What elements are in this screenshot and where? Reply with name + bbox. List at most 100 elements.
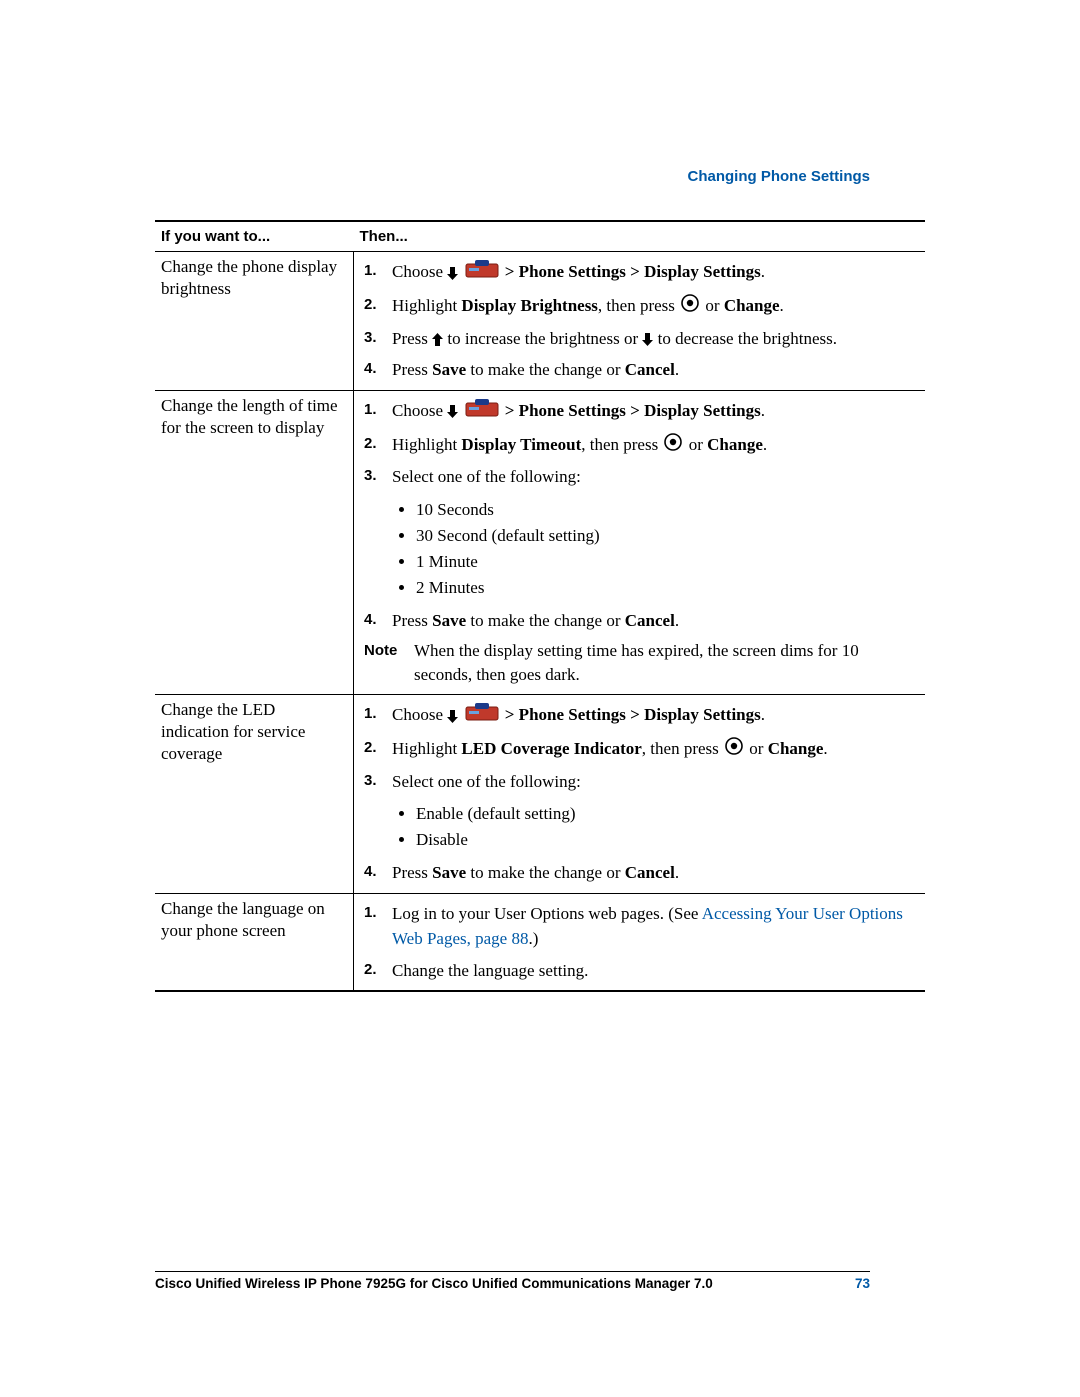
step-number: 2. [360, 293, 392, 320]
text-bold: Save [432, 863, 466, 882]
text-bold: Cancel [625, 360, 675, 379]
text: to make the change or [466, 360, 625, 379]
step-number: 3. [360, 769, 392, 795]
step-body: Press to increase the brightness or to d… [392, 326, 919, 352]
settings-toolbox-icon [465, 259, 499, 287]
text: or [701, 296, 724, 315]
step-body: Select one of the following: [392, 769, 919, 795]
text: Highlight [392, 296, 461, 315]
step: 4. Press Save to make the change or Canc… [360, 605, 919, 637]
select-button-icon [725, 737, 743, 763]
table-row: Change the phone display brightness 1. C… [155, 252, 925, 391]
footer-title: Cisco Unified Wireless IP Phone 7925G fo… [155, 1276, 713, 1291]
step: 1. Choose > Phone Settings > Display Set… [360, 256, 919, 290]
text: to increase the brightness or [443, 329, 642, 348]
step-number: 2. [360, 432, 392, 459]
text: . [675, 360, 679, 379]
note: Note When the display setting time has e… [360, 636, 919, 690]
step: 3. Select one of the following: [360, 766, 919, 798]
list-item: Disable [416, 827, 919, 853]
step-number: 4. [360, 860, 392, 886]
task-cell: Change the phone display brightness [155, 252, 354, 391]
table-row: Change the LED indication for service co… [155, 694, 925, 893]
step: 2. Change the language setting. [360, 955, 919, 987]
step-number: 4. [360, 608, 392, 634]
select-button-icon [664, 433, 682, 459]
text-bold: Change [707, 435, 763, 454]
list-item: 10 Seconds [416, 497, 919, 523]
text: , then press [642, 739, 723, 758]
text: . [675, 611, 679, 630]
task-cell: Change the LED indication for service co… [155, 694, 354, 893]
settings-table: If you want to... Then... Change the pho… [155, 220, 925, 992]
task-cell: Change the length of time for the screen… [155, 390, 354, 694]
text: to make the change or [466, 863, 625, 882]
text: , then press [598, 296, 679, 315]
text: . [761, 705, 765, 724]
down-arrow-icon [447, 266, 458, 281]
text: or [684, 435, 707, 454]
options-list: 10 Seconds 30 Second (default setting) 1… [416, 497, 919, 601]
task-cell: Change the language on your phone screen [155, 893, 354, 991]
text: Press [392, 611, 432, 630]
steps-cell: 1. Choose > Phone Settings > Display Set… [354, 252, 926, 391]
steps-cell: 1. Choose > Phone Settings > Display Set… [354, 390, 926, 694]
select-button-icon [681, 294, 699, 320]
steps-cell: 1. Choose > Phone Settings > Display Set… [354, 694, 926, 893]
text: Highlight [392, 739, 461, 758]
menu-path: > Phone Settings > Display Settings [501, 401, 761, 420]
step-body: Press Save to make the change or Cancel. [392, 357, 919, 383]
step: 1. Choose > Phone Settings > Display Set… [360, 395, 919, 429]
step-number: 1. [360, 901, 392, 952]
col-header-then: Then... [354, 221, 926, 252]
step-body: Press Save to make the change or Cancel. [392, 608, 919, 634]
text-bold: Change [724, 296, 780, 315]
text: or [745, 739, 768, 758]
step-body: Choose > Phone Settings > Display Settin… [392, 259, 919, 287]
step-number: 3. [360, 464, 392, 490]
table-row: Change the language on your phone screen… [155, 893, 925, 991]
settings-toolbox-icon [465, 398, 499, 426]
col-header-if: If you want to... [155, 221, 354, 252]
page-footer: Cisco Unified Wireless IP Phone 7925G fo… [155, 1271, 870, 1291]
step-body: Highlight Display Timeout, then press or… [392, 432, 919, 459]
step-body: Log in to your User Options web pages. (… [392, 901, 919, 952]
text: to decrease the brightness. [653, 329, 837, 348]
down-arrow-icon [447, 709, 458, 724]
text: to make the change or [466, 611, 625, 630]
options-list: Enable (default setting) Disable [416, 801, 919, 853]
text: .) [528, 929, 538, 948]
text: . [761, 262, 765, 281]
text: Press [392, 329, 432, 348]
text: . [780, 296, 784, 315]
step: 4. Press Save to make the change or Canc… [360, 857, 919, 889]
text: Choose [392, 401, 447, 420]
down-arrow-icon [642, 332, 653, 347]
step-number: 1. [360, 398, 392, 426]
text-bold: Cancel [625, 611, 675, 630]
text-bold: LED Coverage Indicator [461, 739, 641, 758]
list-item: 1 Minute [416, 549, 919, 575]
text-bold: Save [432, 360, 466, 379]
note-label: Note [360, 639, 414, 687]
text: Press [392, 360, 432, 379]
step: 3. Select one of the following: [360, 461, 919, 493]
list-item: 2 Minutes [416, 575, 919, 601]
text: Press [392, 863, 432, 882]
table-row: Change the length of time for the screen… [155, 390, 925, 694]
step: 1. Choose > Phone Settings > Display Set… [360, 699, 919, 733]
step-number: 2. [360, 958, 392, 984]
step-body: Highlight Display Brightness, then press… [392, 293, 919, 320]
steps-cell: 1. Log in to your User Options web pages… [354, 893, 926, 991]
settings-toolbox-icon [465, 702, 499, 730]
step-number: 3. [360, 326, 392, 352]
menu-path: > Phone Settings > Display Settings [501, 262, 761, 281]
text: Choose [392, 262, 447, 281]
text-bold: Display Brightness [461, 296, 598, 315]
step: 2. Highlight Display Timeout, then press… [360, 429, 919, 462]
text: Choose [392, 705, 447, 724]
table-header-row: If you want to... Then... [155, 221, 925, 252]
text: Highlight [392, 435, 461, 454]
down-arrow-icon [447, 404, 458, 419]
step-number: 2. [360, 736, 392, 763]
